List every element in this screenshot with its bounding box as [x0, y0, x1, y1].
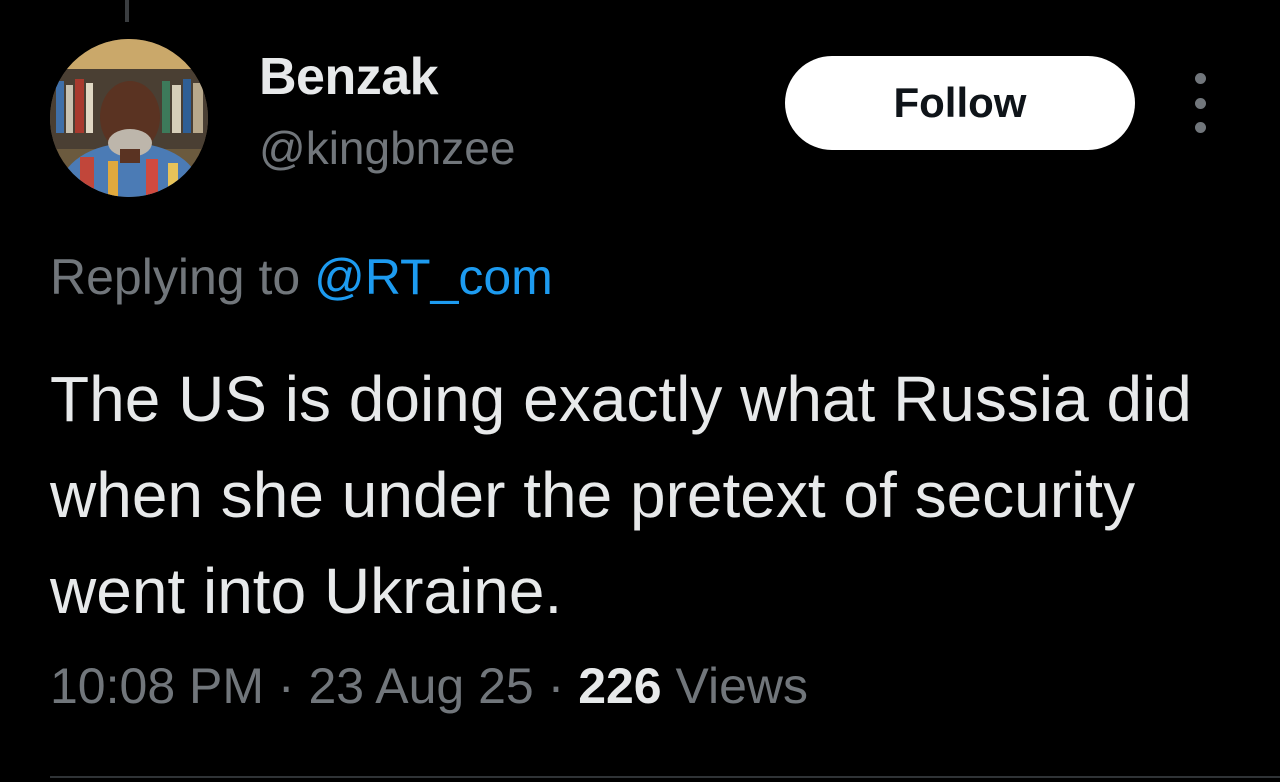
avatar-image	[50, 39, 208, 197]
divider	[50, 776, 1280, 778]
reply-target-link[interactable]: @RT_com	[314, 249, 553, 305]
tweet-time[interactable]: 10:08 PM	[50, 658, 264, 714]
tweet-metadata: 10:08 PM · 23 Aug 25 · 226 Views	[50, 657, 808, 715]
views-count: 226	[578, 658, 662, 714]
avatar[interactable]	[50, 39, 208, 197]
tweet-text: The US is doing exactly what Russia did …	[50, 363, 1192, 627]
more-vertical-icon[interactable]	[1182, 73, 1218, 133]
user-display-name[interactable]: Benzak	[259, 47, 439, 107]
user-handle[interactable]: @kingbnzee	[259, 121, 515, 175]
replying-to-line: Replying to @RT_com	[50, 248, 553, 306]
tweet-date[interactable]: 23 Aug 25	[308, 658, 533, 714]
replying-to-label: Replying to	[50, 249, 301, 305]
more-dot	[1194, 97, 1206, 109]
views-label: Views	[675, 658, 809, 714]
meta-separator: ·	[547, 658, 565, 714]
more-dot	[1194, 122, 1206, 133]
follow-button[interactable]: Follow	[785, 56, 1135, 150]
thread-connector-line	[125, 0, 129, 22]
more-dot	[1194, 73, 1206, 84]
meta-separator: ·	[277, 658, 295, 714]
